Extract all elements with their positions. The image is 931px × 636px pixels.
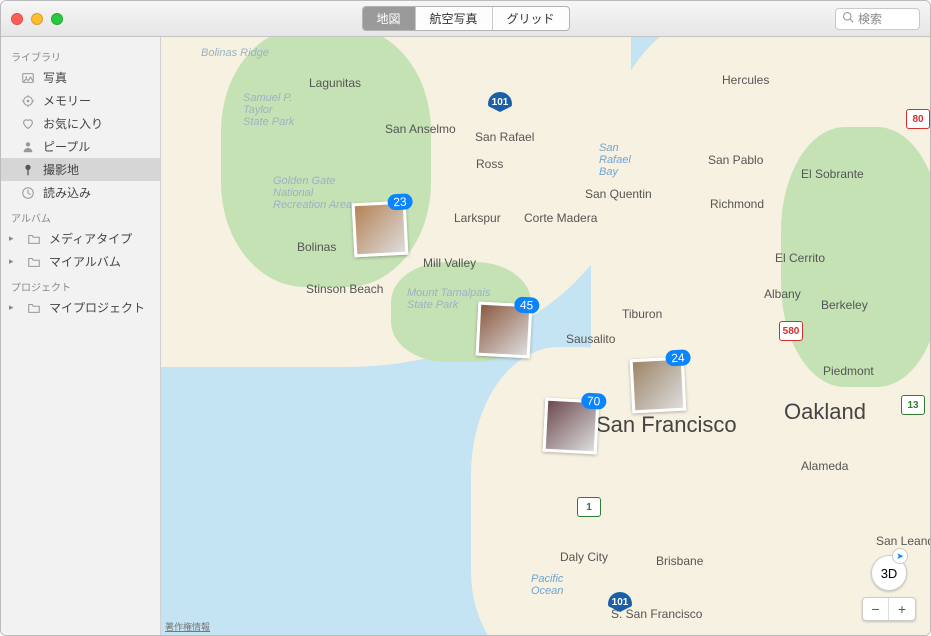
window-controls xyxy=(11,13,63,25)
map-label: Piedmont xyxy=(823,364,874,378)
memories-icon xyxy=(21,94,35,108)
sidebar-item-library-5[interactable]: 読み込み xyxy=(1,181,160,204)
sidebar-item-label: お気に入り xyxy=(43,115,103,132)
sidebar-item-label: マイアルバム xyxy=(49,253,121,270)
sidebar-item-albums-0[interactable]: ▸ メディアタイプ xyxy=(1,227,160,250)
folder-icon xyxy=(27,255,41,269)
map-label: SanRafaelBay xyxy=(599,142,631,178)
map-label: El Cerrito xyxy=(775,251,825,265)
fullscreen-button[interactable] xyxy=(51,13,63,25)
route-shield: 13 xyxy=(901,395,925,415)
minimize-button[interactable] xyxy=(31,13,43,25)
sidebar-item-label: 撮影地 xyxy=(43,161,79,178)
disclosure-icon: ▸ xyxy=(9,256,19,267)
map-label: Sausalito xyxy=(566,332,615,346)
map-label: San Francisco xyxy=(596,412,737,438)
tab-map[interactable]: 地図 xyxy=(362,7,415,30)
tab-grid[interactable]: グリッド xyxy=(493,7,569,30)
map-attribution[interactable]: 著作権情報 xyxy=(165,620,210,633)
map-label: El Sobrante xyxy=(801,167,864,181)
sidebar: ライブラリ 写真メモリーお気に入りピープル撮影地読み込み アルバム ▸ メディアタ… xyxy=(1,37,161,635)
disclosure-icon: ▸ xyxy=(9,302,19,313)
sidebar-item-label: ピープル xyxy=(43,138,90,155)
tab-satellite[interactable]: 航空写真 xyxy=(415,7,492,30)
titlebar: 地図 航空写真 グリッド 検索 xyxy=(1,1,930,37)
sidebar-item-label: マイプロジェクト xyxy=(49,299,145,316)
map-label: PacificOcean xyxy=(531,573,563,597)
photo-cluster[interactable]: 24 xyxy=(630,357,687,414)
map-label: San Rafael xyxy=(475,130,534,144)
map-label: San Pablo xyxy=(708,153,763,167)
heart-icon xyxy=(21,117,35,131)
zoom-control: − + xyxy=(862,597,916,621)
map-label: Albany xyxy=(764,287,801,301)
cluster-count-badge: 70 xyxy=(581,392,607,409)
sidebar-item-albums-1[interactable]: ▸ マイアルバム xyxy=(1,250,160,273)
photos-icon xyxy=(21,71,35,85)
search-placeholder: 検索 xyxy=(858,10,882,27)
section-library: ライブラリ xyxy=(1,43,160,66)
folder-icon xyxy=(27,232,41,246)
compass-3d-button[interactable]: 3D ➤ xyxy=(871,555,907,591)
map-label: Alameda xyxy=(801,459,848,473)
search-field[interactable]: 検索 xyxy=(835,8,920,30)
map-label: Golden GateNationalRecreation Area xyxy=(273,175,352,211)
map-label: San Leandro xyxy=(876,534,930,548)
map-label: Berkeley xyxy=(821,298,868,312)
sidebar-item-label: 写真 xyxy=(43,69,67,86)
cluster-count-badge: 23 xyxy=(387,193,413,210)
section-albums: アルバム xyxy=(1,204,160,227)
sidebar-item-library-2[interactable]: お気に入り xyxy=(1,112,160,135)
map-label: Corte Madera xyxy=(524,211,597,225)
map-label: Larkspur xyxy=(454,211,501,225)
photo-cluster[interactable]: 70 xyxy=(543,398,600,455)
disclosure-icon: ▸ xyxy=(9,233,19,244)
search-icon xyxy=(842,11,854,26)
close-button[interactable] xyxy=(11,13,23,25)
map-label: Hercules xyxy=(722,73,769,87)
map-label: Oakland xyxy=(784,399,866,425)
sidebar-item-label: メディアタイプ xyxy=(49,230,132,247)
cluster-count-badge: 24 xyxy=(665,349,691,366)
sidebar-item-projects-0[interactable]: ▸ マイプロジェクト xyxy=(1,296,160,319)
map-label: Richmond xyxy=(710,197,764,211)
map-label: Bolinas Ridge xyxy=(201,47,269,59)
clock-icon xyxy=(21,186,35,200)
map-label: Stinson Beach xyxy=(306,282,383,296)
map-label: San Anselmo xyxy=(385,122,456,136)
map-label: San Quentin xyxy=(585,187,652,201)
cluster-count-badge: 45 xyxy=(514,296,540,313)
route-shield: 580 xyxy=(779,321,803,341)
section-projects: プロジェクト xyxy=(1,273,160,296)
sidebar-item-label: メモリー xyxy=(43,92,91,109)
map-label: Ross xyxy=(476,157,503,171)
locate-icon[interactable]: ➤ xyxy=(892,548,908,564)
pin-icon xyxy=(21,163,35,177)
map-label: Tiburon xyxy=(622,307,662,321)
folder-icon xyxy=(27,301,41,315)
view-segmented-control: 地図 航空写真 グリッド xyxy=(361,6,569,31)
sidebar-item-library-3[interactable]: ピープル xyxy=(1,135,160,158)
sidebar-item-library-1[interactable]: メモリー xyxy=(1,89,160,112)
map-label: Bolinas xyxy=(297,240,336,254)
photo-cluster[interactable]: 23 xyxy=(352,201,409,258)
sidebar-item-library-0[interactable]: 写真 xyxy=(1,66,160,89)
photo-cluster[interactable]: 45 xyxy=(476,302,533,359)
map-label: Samuel P.TaylorState Park xyxy=(243,92,294,128)
zoom-out-button[interactable]: − xyxy=(863,598,889,620)
route-shield: 1 xyxy=(577,497,601,517)
person-icon xyxy=(21,140,35,154)
map-label: Brisbane xyxy=(656,554,703,568)
map-label: Lagunitas xyxy=(309,76,361,90)
sidebar-item-label: 読み込み xyxy=(43,184,91,201)
zoom-in-button[interactable]: + xyxy=(889,598,915,620)
map-label: Daly City xyxy=(560,550,608,564)
map-controls: 3D ➤ − + xyxy=(862,555,916,621)
map-view[interactable]: Bolinas Ridge Samuel P.TaylorState Park La… xyxy=(161,37,930,635)
route-shield: 80 xyxy=(906,109,930,129)
sidebar-item-library-4[interactable]: 撮影地 xyxy=(1,158,160,181)
map-label: Mill Valley xyxy=(423,256,476,270)
